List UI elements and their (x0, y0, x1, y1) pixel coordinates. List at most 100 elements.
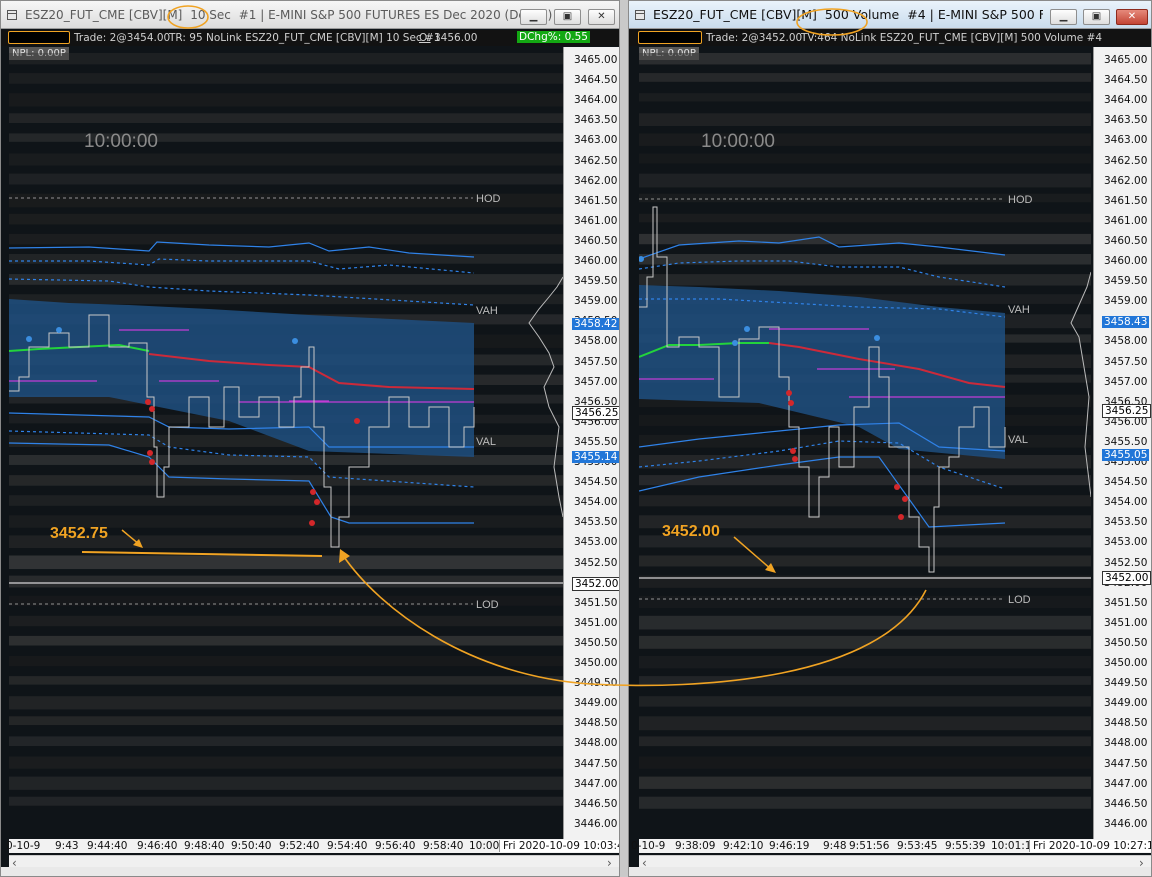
lod-label: LOD (476, 599, 499, 611)
liquidity-heatmap-row (9, 736, 563, 746)
time-label: 10:00 (469, 840, 500, 852)
price-label: 3453.00 (1104, 536, 1148, 549)
buy-marker (732, 340, 738, 346)
price-label: 3457.00 (1104, 375, 1148, 388)
val-price-badge: 3455.05 (1102, 449, 1150, 461)
liquidity-heatmap-row (639, 736, 1091, 747)
price-axis[interactable]: 3465.00 3464.50 3464.00 3463.50 3463.00 3462.… (563, 47, 619, 839)
price-label: 3448.00 (1104, 737, 1148, 750)
last-price-badge: 3456.25 (1102, 404, 1151, 418)
price-label: 3447.50 (574, 757, 618, 770)
liquidity-heatmap-row (9, 535, 563, 548)
price-label: 3462.50 (574, 154, 618, 167)
price-label: 3452.50 (574, 556, 618, 569)
redacted-box (638, 31, 702, 44)
liquidity-heatmap-row (9, 53, 563, 65)
price-label: 3461.00 (1104, 214, 1148, 227)
liquidity-heatmap-row (9, 575, 563, 588)
price-label: 3454.00 (574, 496, 618, 509)
liquidity-heatmap-row (639, 173, 1091, 188)
liquidity-heatmap-row (9, 756, 563, 769)
liquidity-heatmap-row (639, 93, 1091, 102)
liquidity-heatmap-row (639, 776, 1091, 789)
chart-window-10-sec[interactable]: ESZ20_FUT_CME [CBV][M] 10 Sec #1 | E-MIN… (0, 0, 620, 877)
price-label: 3449.00 (1104, 697, 1148, 710)
price-label: 3447.00 (1104, 777, 1148, 790)
session-time-label: 10:00:00 (701, 131, 775, 152)
minimize-button[interactable]: ▁ (1050, 9, 1077, 25)
close-button[interactable]: ✕ (1116, 9, 1148, 25)
chart-info-text: TV:464 NoLink ESZ20_FUT_CME [CBV][M] 500… (801, 32, 1103, 44)
price-label: 3447.50 (1104, 757, 1148, 770)
title-bar[interactable]: ESZ20_FUT_CME [CBV][M] 10 Sec #1 | E-MIN… (1, 1, 619, 29)
liquidity-heatmap-row (639, 575, 1091, 588)
close-button[interactable]: ✕ (588, 9, 615, 25)
price-axis[interactable]: 3465.00 3464.50 3464.00 3463.50 3463.00 3462.… (1093, 47, 1151, 850)
time-label: 0-10-9 (631, 840, 666, 852)
liquidity-heatmap-row (639, 274, 1091, 286)
buy-marker (744, 326, 750, 332)
title-bar[interactable]: ESZ20_FUT_CME [CBV][M] 500 Volume #4 | E… (629, 1, 1151, 29)
date-label: Fri 2020-10-09 10:03:40 (499, 840, 619, 852)
sell-marker (309, 520, 315, 526)
open-label: O: (419, 32, 431, 44)
liquidity-heatmap-row (9, 233, 563, 245)
liquidity-heatmap-row (639, 73, 1091, 82)
price-label: 3464.50 (574, 74, 618, 87)
liquidity-heatmap-row (9, 455, 563, 465)
time-axis[interactable]: 0-10-9 9:43 9:44:40 9:46:40 9:48:40 9:50… (6, 839, 619, 853)
time-axis[interactable]: 0-10-9 9:38:09 9:42:10 9:46:19 9:48 9:51… (631, 839, 1151, 853)
title-symbol: ESZ20_FUT_CME [CBV][M] (653, 7, 817, 22)
price-label: 3448.00 (574, 737, 618, 750)
open-value: 3456.00 (434, 32, 478, 44)
close-icon: ✕ (1127, 11, 1137, 22)
price-label: 3451.50 (574, 596, 618, 609)
price-chart[interactable]: HOD VAH VAL LOD 10:00:00 (639, 47, 1091, 839)
low-price-badge: 3452.00 (1102, 571, 1151, 585)
price-label: 3452.50 (1104, 556, 1148, 569)
price-label: 3454.00 (1104, 496, 1148, 509)
liquidity-heatmap-row (639, 254, 1091, 265)
liquidity-heatmap-row (639, 495, 1091, 507)
sell-marker (149, 406, 155, 412)
liquidity-heatmap-row (639, 555, 1091, 567)
title-description: #4 | E-MINI S&P 500 FUTURES E... (907, 7, 1043, 22)
sell-marker (788, 400, 794, 406)
liquidity-heatmap-row (9, 254, 563, 264)
liquidity-heatmap-row (9, 93, 563, 107)
time-label: 10:01:1 (991, 840, 1032, 852)
price-label: 3464.00 (574, 94, 618, 107)
day-change-badge: DChg%: 0.55 (517, 31, 590, 43)
maximize-button[interactable]: ▣ (1083, 9, 1110, 25)
time-label: 9:58:40 (423, 840, 464, 852)
liquidity-heatmap-row (9, 274, 563, 285)
sell-marker (314, 499, 320, 505)
time-label: 9:50:40 (231, 840, 272, 852)
price-label: 3453.50 (1104, 516, 1148, 529)
time-label: 9:55:39 (945, 840, 986, 852)
liquidity-heatmap-row (9, 515, 563, 528)
price-label: 3450.50 (574, 636, 618, 649)
sell-marker (310, 489, 316, 495)
price-label: 3453.00 (574, 536, 618, 549)
price-label: 3457.50 (1104, 355, 1148, 368)
price-label: 3457.00 (574, 375, 618, 388)
trade-info: Trade: 2@3454.00 (74, 32, 171, 44)
price-label: 3461.50 (574, 194, 618, 207)
liquidity-heatmap-row (639, 796, 1091, 809)
liquidity-heatmap-row (9, 615, 563, 627)
price-label: 3450.50 (1104, 636, 1148, 649)
liquidity-heatmap-row (639, 53, 1091, 65)
price-label: 3458.00 (1104, 335, 1148, 348)
window-footer (629, 867, 1151, 876)
vah-price-badge: 3458.42 (572, 318, 619, 330)
chart-window-500-volume[interactable]: ESZ20_FUT_CME [CBV][M] 500 Volume #4 | E… (628, 0, 1152, 877)
minimize-button[interactable]: ▁ (520, 9, 547, 25)
price-chart[interactable]: HOD VAH VAL LOD 10:00:00 (9, 47, 563, 839)
session-time-label: 10:00:00 (84, 131, 158, 152)
maximize-button[interactable]: ▣ (554, 9, 581, 25)
time-label: 9:48:40 (184, 840, 225, 852)
window-footer (1, 867, 619, 876)
last-price-badge: 3456.25 (572, 406, 619, 420)
title-symbol: ESZ20_FUT_CME [CBV][M] (25, 8, 183, 22)
